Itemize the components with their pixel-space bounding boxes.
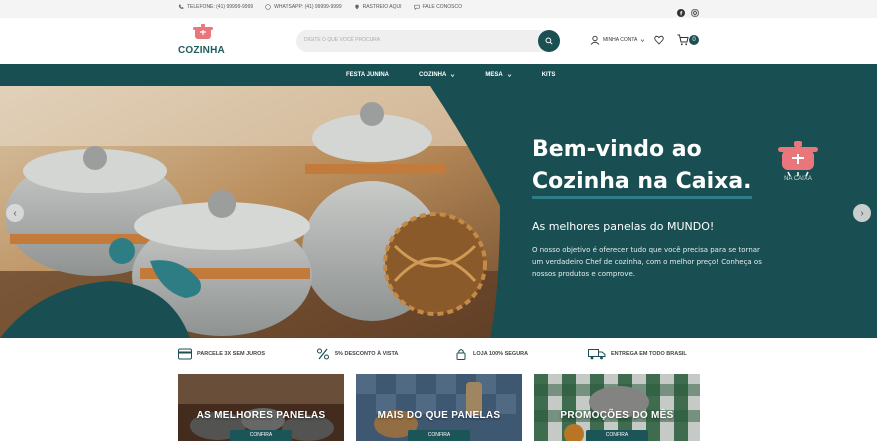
- banner-cta-button[interactable]: CONFIRA: [408, 430, 470, 441]
- chevron-right-icon: ›: [860, 207, 864, 219]
- nav-item-cozinha[interactable]: COZINHA: [419, 72, 455, 78]
- hero-logo: NA CAIXA: [770, 138, 826, 198]
- search-bar[interactable]: DIGITE O QUE VOCÊ PROCURA: [296, 30, 560, 52]
- chevron-down-icon: [641, 38, 645, 42]
- banner-cta-button[interactable]: CONFIRA: [586, 430, 648, 441]
- user-icon: [590, 35, 600, 45]
- main-nav: FESTA JUNINA COZINHA MESA KITS: [0, 64, 877, 86]
- pot-logo-icon: [778, 141, 818, 177]
- banner-title: AS MELHORES PANELAS: [196, 410, 326, 421]
- nav-label: FESTA JUNINA: [346, 72, 390, 78]
- hero-description: O nosso objetivo é oferecer tudo que voc…: [532, 246, 762, 278]
- nav-item-mesa[interactable]: MESA: [485, 72, 511, 78]
- feature-discount: 5% DESCONTO À VISTA: [316, 348, 398, 360]
- features-strip: PARCELE 3X SEM JUROS 5% DESCONTO À VISTA…: [0, 338, 877, 372]
- category-banner-panelas[interactable]: AS MELHORES PANELAS CONFIRA: [178, 374, 344, 441]
- chevron-down-icon: [507, 73, 511, 77]
- feature-text: PARCELE 3X SEM JUROS: [197, 351, 266, 357]
- nav-item-kits[interactable]: KITS: [542, 72, 556, 78]
- facebook-icon[interactable]: [677, 4, 685, 17]
- phone-icon: [178, 4, 184, 9]
- percent-icon: [317, 348, 329, 360]
- nav-label: KITS: [541, 72, 556, 78]
- feature-installments: PARCELE 3X SEM JUROS: [178, 348, 265, 360]
- site-header: COZINHA DIGITE O QUE VOCÊ PROCURA MINHA …: [0, 18, 877, 64]
- top-bar: TELEFONE: (41) 99999-9999 WHATSAPP: (41)…: [0, 0, 877, 18]
- carousel-prev-button[interactable]: ‹: [6, 204, 24, 222]
- banner-cta-button[interactable]: CONFIRA: [230, 430, 292, 441]
- search-input[interactable]: DIGITE O QUE VOCÊ PROCURA: [304, 37, 380, 43]
- feature-text: ENTREGA EM TODO BRASIL: [611, 351, 687, 357]
- chevron-down-icon: [451, 73, 455, 77]
- social-links: [677, 4, 699, 17]
- tracking-link[interactable]: RASTREIO AQUI: [354, 4, 402, 10]
- truck-icon: [588, 349, 606, 360]
- whatsapp-icon: [265, 4, 271, 10]
- search-icon: [545, 37, 553, 45]
- feature-shipping: ENTREGA EM TODO BRASIL: [588, 348, 687, 360]
- account-menu[interactable]: MINHA CONTA: [590, 35, 645, 45]
- wishlist-heart-icon[interactable]: [654, 35, 664, 45]
- store-logo[interactable]: COZINHA: [178, 23, 228, 59]
- category-banner-promocoes[interactable]: PROMOÇÕES DO MÊS CONFIRA: [534, 374, 700, 441]
- nav-item-festa-junina[interactable]: FESTA JUNINA: [346, 72, 389, 78]
- hero-photo: [0, 86, 500, 338]
- account-label: MINHA CONTA: [603, 37, 638, 43]
- whatsapp-link[interactable]: WHATSAPP: (41) 99999-9999: [265, 4, 342, 10]
- carousel-next-button[interactable]: ›: [853, 204, 871, 222]
- hero-banner[interactable]: Bem-vindo ao Cozinha na Caixa. As melhor…: [0, 86, 877, 338]
- feature-text: LOJA 100% SEGURA: [473, 351, 529, 357]
- category-banner-mais[interactable]: MAIS DO QUE PANELAS CONFIRA: [356, 374, 522, 441]
- banner-title: PROMOÇÕES DO MÊS: [560, 410, 674, 421]
- instagram-icon[interactable]: [691, 4, 699, 17]
- nav-label: COZINHA: [419, 72, 447, 78]
- logo-wordmark: COZINHA: [178, 45, 225, 56]
- whatsapp-text: WHATSAPP: (41) 99999-9999: [274, 4, 342, 10]
- phone-link[interactable]: TELEFONE: (41) 99999-9999: [178, 4, 253, 10]
- pot-logo-icon: [193, 24, 213, 39]
- hero-title-line-1: Bem-vindo ao: [532, 137, 702, 162]
- hero-subtitle: As melhores panelas do MUNDO!: [532, 220, 715, 233]
- nav-label: MESA: [485, 72, 503, 78]
- search-button[interactable]: [538, 30, 560, 52]
- tracking-text: RASTREIO AQUI: [362, 4, 402, 10]
- cart-count-badge: 0: [689, 35, 699, 45]
- banner-title: MAIS DO QUE PANELAS: [377, 410, 501, 421]
- lock-icon: [456, 349, 466, 360]
- phone-text: TELEFONE: (41) 99999-9999: [187, 4, 254, 10]
- feature-secure: LOJA 100% SEGURA: [454, 348, 528, 360]
- location-icon: [354, 4, 359, 10]
- card-icon: [178, 348, 192, 360]
- feature-text: 5% DESCONTO À VISTA: [335, 351, 399, 357]
- hero-logo-caption: NA CAIXA: [784, 176, 812, 182]
- hero-title-line-2: Cozinha na Caixa.: [532, 168, 752, 199]
- chat-icon: [413, 4, 420, 10]
- contact-us-link[interactable]: FALE CONOSCO: [413, 4, 462, 10]
- contact-us-text: FALE CONOSCO: [422, 4, 462, 10]
- contact-links: TELEFONE: (41) 99999-9999 WHATSAPP: (41)…: [178, 4, 462, 10]
- hero-title: Bem-vindo ao Cozinha na Caixa.: [532, 134, 752, 199]
- chevron-left-icon: ‹: [13, 207, 17, 219]
- cart-icon[interactable]: [677, 34, 689, 46]
